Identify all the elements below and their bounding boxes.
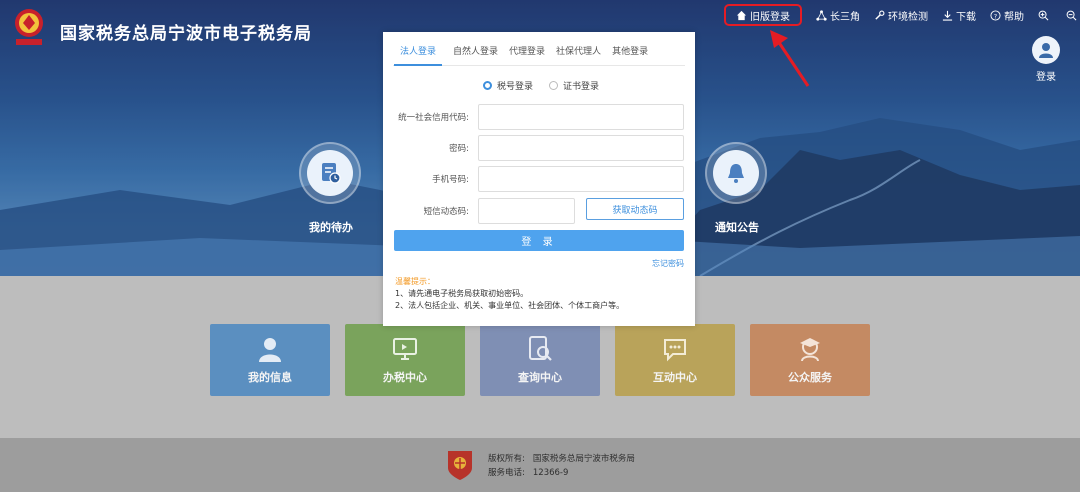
- top-navigation: 旧版登录 长三角 环境检测 下载 ? 帮助: [724, 4, 1080, 26]
- download-link[interactable]: 下载: [942, 8, 976, 23]
- sms-code-row: 短信动态码: 获取动态码: [383, 198, 695, 224]
- tile-interaction-center[interactable]: 互动中心: [615, 324, 735, 396]
- radio-tax-id-label: 税号登录: [497, 82, 534, 92]
- tile-query-center-label: 查询中心: [518, 371, 562, 384]
- tip-line-1: 1、请先通电子税务局获取初始密码。: [395, 289, 529, 298]
- env-check-label: 环境检测: [888, 11, 928, 23]
- red-annotation-arrow: [770, 30, 810, 87]
- chat-icon: [664, 339, 686, 362]
- user-avatar-icon: [1032, 36, 1060, 64]
- yangtze-delta-label: 长三角: [830, 11, 860, 23]
- password-row: 密码:: [383, 135, 695, 161]
- tab-social-security-agent[interactable]: 社保代理人: [556, 40, 601, 66]
- tile-tax-center-label: 办税中心: [383, 371, 427, 384]
- tile-interaction-center-label: 互动中心: [653, 371, 697, 384]
- zoom-in-button[interactable]: [1038, 10, 1052, 21]
- bell-icon: [728, 164, 744, 183]
- tile-my-info[interactable]: 我的信息: [210, 324, 330, 396]
- old-login-link[interactable]: 旧版登录: [724, 4, 802, 26]
- tab-agent-login[interactable]: 代理登录: [509, 40, 545, 66]
- tab-other-login[interactable]: 其他登录: [612, 40, 648, 66]
- login-dialog: 法人登录 自然人登录 代理登录 社保代理人 其他登录 税号登录 证书登录 统一社…: [383, 32, 695, 326]
- zoom-out-icon: [1066, 10, 1077, 20]
- tab-natural-person-login[interactable]: 自然人登录: [453, 40, 498, 66]
- tile-my-info-label: 我的信息: [248, 371, 292, 384]
- phone-value: 12366-9: [532, 468, 569, 478]
- service-tiles: 我的信息 办税中心 查询中心 互动中心 公众服务: [210, 324, 885, 396]
- monitor-icon: [393, 338, 417, 360]
- env-check-link[interactable]: 环境检测: [874, 8, 928, 23]
- service-icon: [800, 338, 820, 362]
- download-label: 下载: [956, 11, 976, 23]
- forgot-password-link[interactable]: 忘记密码: [652, 258, 684, 269]
- old-login-label: 旧版登录: [750, 11, 790, 23]
- zoom-out-button[interactable]: [1066, 10, 1080, 21]
- search-doc-icon: [529, 336, 552, 361]
- get-sms-code-button[interactable]: 获取动态码: [586, 198, 684, 220]
- phone-number-input[interactable]: [478, 166, 684, 192]
- login-tabs: 法人登录 自然人登录 代理登录 社保代理人 其他登录: [393, 40, 685, 66]
- password-label: 密码:: [449, 144, 469, 154]
- tax-shield-logo: [448, 451, 472, 480]
- help-label: 帮助: [1004, 11, 1024, 23]
- copyright-value: 国家税务总局宁波市税务局: [532, 454, 635, 464]
- site-title: 国家税务总局宁波市电子税务局: [60, 24, 312, 44]
- user-login-label: 登录: [1036, 72, 1056, 83]
- tile-public-service[interactable]: 公众服务: [750, 324, 870, 396]
- radio-cert-label: 证书登录: [563, 82, 600, 92]
- radio-tax-id-login[interactable]: 税号登录: [483, 79, 533, 92]
- wrench-icon: [875, 10, 885, 20]
- tax-emblem-logo: [15, 9, 43, 45]
- sms-code-label: 短信动态码:: [423, 207, 469, 217]
- tile-tax-center[interactable]: 办税中心: [345, 324, 465, 396]
- sms-code-input[interactable]: [478, 198, 575, 224]
- page-footer: 版权所有: 国家税务总局宁波市税务局 服务电话: 12366-9: [0, 438, 1080, 492]
- todo-label: 我的待办: [309, 221, 353, 234]
- notice-circle[interactable]: [705, 142, 767, 204]
- login-tips: 温馨提示： 1、请先通电子税务局获取初始密码。 2、法人包括企业、机关、事业单位…: [395, 276, 624, 312]
- yangtze-delta-link[interactable]: 长三角: [816, 8, 860, 23]
- tile-public-service-label: 公众服务: [788, 371, 832, 384]
- svg-text:?: ?: [994, 12, 997, 20]
- download-icon: [942, 10, 953, 21]
- tip-line-2: 2、法人包括企业、机关、事业单位、社会团体、个体工商户等。: [395, 301, 625, 310]
- help-link[interactable]: ? 帮助: [990, 8, 1024, 23]
- notice-label: 通知公告: [715, 221, 759, 234]
- login-submit-button[interactable]: 登 录: [394, 230, 684, 251]
- zoom-in-icon: [1038, 10, 1049, 20]
- credit-code-input[interactable]: [478, 104, 684, 130]
- tile-query-center[interactable]: 查询中心: [480, 324, 600, 396]
- help-icon: ?: [990, 9, 1001, 21]
- login-method-radios: 税号登录 证书登录: [483, 79, 615, 92]
- triangle-network-icon: [816, 9, 827, 21]
- person-icon: [259, 338, 281, 362]
- tips-title: 温馨提示：: [395, 277, 435, 286]
- radio-unselected-icon: [549, 81, 559, 90]
- user-login-button[interactable]: 登录: [1030, 36, 1062, 83]
- credit-code-label: 统一社会信用代码:: [398, 113, 469, 123]
- phone-label: 服务电话:: [488, 468, 525, 478]
- radio-cert-login[interactable]: 证书登录: [549, 79, 599, 92]
- house-icon: [736, 10, 747, 20]
- radio-selected-icon: [483, 81, 492, 90]
- clipboard-clock-icon: [322, 163, 341, 184]
- credit-code-row: 统一社会信用代码:: [383, 104, 695, 130]
- footer-info: 版权所有: 国家税务总局宁波市税务局 服务电话: 12366-9: [488, 452, 635, 480]
- phone-number-label: 手机号码:: [432, 175, 469, 185]
- tab-legal-person-login[interactable]: 法人登录: [394, 40, 443, 66]
- phone-row: 手机号码:: [383, 166, 695, 192]
- password-input[interactable]: [478, 135, 684, 161]
- copyright-label: 版权所有:: [488, 454, 525, 464]
- todo-circle[interactable]: [299, 142, 361, 204]
